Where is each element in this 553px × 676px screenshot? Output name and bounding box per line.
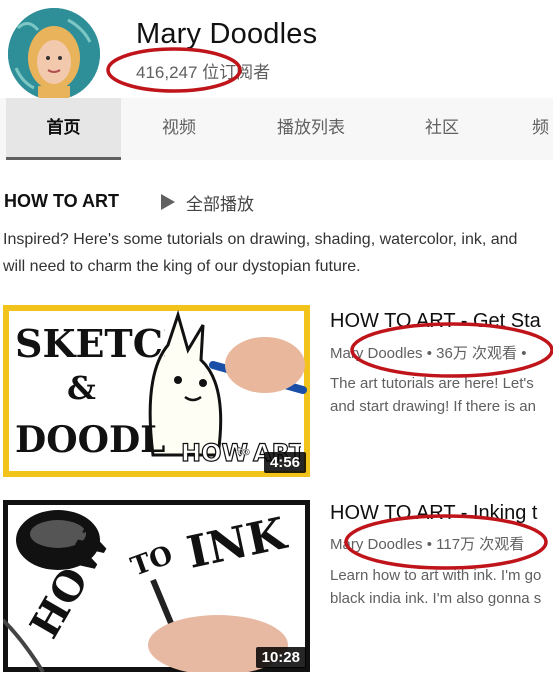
thumb-ink-text: INK — [183, 508, 292, 579]
play-all-button[interactable]: 全部播放 — [160, 189, 254, 215]
tab-channels[interactable]: 频 — [532, 98, 553, 160]
tab-community[interactable]: 社区 — [410, 98, 474, 160]
tab-videos[interactable]: 视频 — [140, 98, 218, 160]
video-thumbnail[interactable]: SKETCH & DOODLE! HOW to ART! 4:56 — [3, 305, 310, 477]
thumbnail-title-text: SKETCH & DOODLE! — [15, 321, 165, 461]
thumb-ampersand-text: & — [67, 369, 96, 407]
tab-playlists[interactable]: 播放列表 — [265, 98, 357, 160]
video-title[interactable]: HOW TO ART - Get Sta — [330, 310, 541, 333]
video-description: Learn how to art with ink. I'm go black … — [330, 564, 541, 610]
video-meta: Mary Doodles • 117万 次观看 — [330, 533, 524, 554]
video-title[interactable]: HOW TO ART - Inking t — [330, 502, 537, 525]
section-title[interactable]: HOW TO ART — [4, 191, 119, 212]
video-meta: Mary Doodles • 36万 次观看 • — [330, 342, 526, 363]
video-description-line: and start drawing! If there is an — [330, 398, 536, 415]
video-channel-name[interactable]: Mary Doodles — [330, 536, 423, 553]
meta-separator: • — [426, 345, 432, 362]
video-duration: 10:28 — [255, 647, 306, 668]
thumb-doodle-text: DOODLE! — [15, 419, 165, 461]
section-description-line: Inspired? Here's some tutorials on drawi… — [3, 231, 518, 248]
video-description-line: The art tutorials are here! Let's — [330, 375, 534, 392]
video-description-line: Learn how to art with ink. I'm go — [330, 567, 542, 584]
section-description: Inspired? Here's some tutorials on drawi… — [3, 226, 553, 280]
thumbnail-title-text: HOW TO INK — [23, 508, 292, 646]
svg-text:to: to — [237, 445, 250, 458]
avatar-image — [8, 8, 100, 100]
section-description-line: will need to charm the king of our dysto… — [3, 258, 361, 275]
video-duration: 4:56 — [263, 452, 306, 473]
video-view-count: 36万 次观看 — [436, 345, 518, 362]
video-description: The art tutorials are here! Let's and st… — [330, 372, 536, 418]
thumb-sketch-text: SKETCH — [15, 321, 165, 366]
channel-name[interactable]: Mary Doodles — [136, 18, 317, 51]
meta-separator: • — [426, 536, 432, 553]
video-description-line: black india ink. I'm also gonna s — [330, 590, 542, 607]
channel-avatar[interactable] — [8, 8, 100, 100]
video-channel-name[interactable]: Mary Doodles — [330, 345, 423, 362]
play-triangle-icon — [161, 194, 175, 210]
video-view-count: 117万 次观看 — [436, 536, 525, 553]
video-thumbnail[interactable]: HOW TO INK 10:28 — [3, 500, 310, 672]
play-all-label: 全部播放 — [186, 194, 254, 214]
meta-separator: • — [521, 345, 527, 362]
thumb-how-text: HOW — [23, 520, 121, 646]
subscriber-count: 416,247 位订阅者 — [136, 63, 271, 82]
tab-home[interactable]: 首页 — [6, 98, 121, 160]
thumb-to-text: TO — [127, 540, 177, 583]
